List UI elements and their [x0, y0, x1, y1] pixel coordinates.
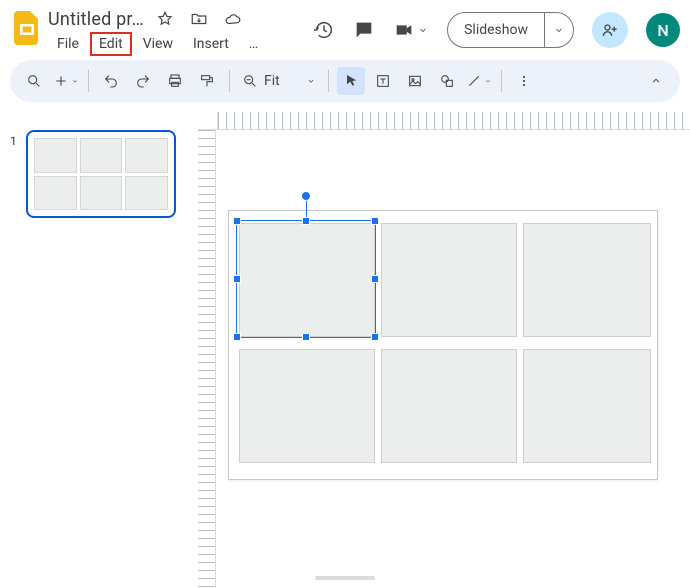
slideshow-label: Slideshow [448, 22, 544, 38]
history-icon[interactable] [313, 19, 335, 41]
share-icon [600, 20, 620, 40]
menu-view[interactable]: View [134, 32, 182, 56]
rotate-handle[interactable] [301, 191, 311, 201]
ruler-vertical [198, 130, 216, 588]
ruler-corner [198, 112, 218, 130]
share-button[interactable] [592, 12, 628, 48]
shape-cell-3[interactable] [523, 223, 651, 337]
ruler-horizontal [218, 112, 690, 130]
chevron-down-icon [71, 77, 79, 85]
redo-button[interactable] [129, 67, 157, 95]
menu-more[interactable]: … [240, 32, 267, 56]
image-icon [407, 73, 423, 89]
search-icon [26, 73, 42, 89]
plus-icon [53, 73, 69, 89]
line-icon [466, 73, 482, 89]
shape-cell-5[interactable] [381, 349, 517, 463]
slideshow-dropdown[interactable] [544, 13, 573, 47]
bottom-indicator [315, 576, 375, 580]
zoom-icon [242, 73, 258, 89]
redo-icon [135, 73, 151, 89]
shape-cell-4[interactable] [239, 349, 375, 463]
shape-tool[interactable] [433, 67, 461, 95]
shape-icon [439, 73, 455, 89]
menu-edit[interactable]: Edit [90, 32, 132, 56]
document-title[interactable]: Untitled pr… [48, 9, 144, 30]
print-icon [167, 73, 183, 89]
print-button[interactable] [161, 67, 189, 95]
slide-thumbnail-1[interactable] [26, 130, 176, 218]
more-vertical-icon [516, 73, 532, 89]
undo-icon [103, 73, 119, 89]
undo-button[interactable] [97, 67, 125, 95]
zoom-label: Fit [264, 73, 300, 89]
toolbar: Fit [10, 60, 680, 102]
star-icon[interactable] [154, 8, 176, 30]
chevron-down-icon [417, 24, 429, 36]
shape-cell-1[interactable] [239, 223, 375, 337]
image-tool[interactable] [401, 67, 429, 95]
menu-file[interactable]: File [48, 32, 88, 56]
menu-bar: File Edit View Insert … [48, 30, 267, 56]
select-tool[interactable] [337, 67, 365, 95]
comment-icon[interactable] [353, 19, 375, 41]
chevron-up-icon [649, 74, 663, 88]
more-tools[interactable] [510, 67, 538, 95]
filmstrip: 1 [0, 112, 198, 588]
chevron-down-icon [484, 77, 492, 85]
shape-cell-6[interactable] [523, 349, 651, 463]
slide-number: 1 [10, 130, 20, 570]
chevron-down-icon [553, 24, 565, 36]
account-avatar[interactable]: N [646, 13, 680, 47]
text-box-tool[interactable] [369, 67, 397, 95]
line-tool[interactable] [465, 67, 493, 95]
zoom-control[interactable]: Fit [238, 73, 320, 89]
paint-format-icon [199, 73, 215, 89]
menu-insert[interactable]: Insert [184, 32, 238, 56]
chevron-down-icon [306, 76, 316, 86]
header: Untitled pr… File Edit View Insert … [0, 0, 690, 56]
cloud-saved-icon[interactable] [222, 8, 244, 30]
shape-cell-2[interactable] [381, 223, 517, 337]
slides-logo[interactable] [10, 6, 44, 50]
paint-format-button[interactable] [193, 67, 221, 95]
move-to-folder-icon[interactable] [188, 8, 210, 30]
collapse-toolbar[interactable] [642, 67, 670, 95]
cursor-icon [343, 73, 359, 89]
search-button[interactable] [20, 67, 48, 95]
workspace: 1 [0, 112, 690, 588]
new-slide-button[interactable] [52, 67, 80, 95]
video-call-button[interactable] [393, 19, 429, 41]
slide[interactable] [228, 210, 658, 480]
canvas[interactable] [198, 112, 690, 588]
text-box-icon [375, 73, 391, 89]
slideshow-button[interactable]: Slideshow [447, 12, 574, 48]
